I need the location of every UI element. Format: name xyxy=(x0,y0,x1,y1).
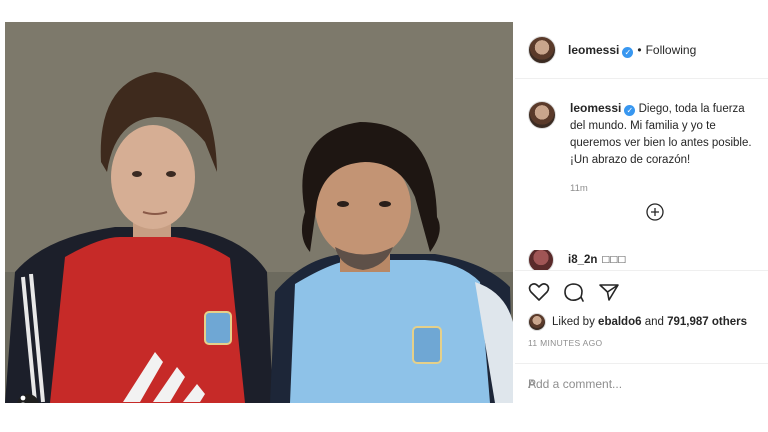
post-side-panel: leomessi ✓ • Following leomessi ✓ Diego, tod… xyxy=(515,22,768,403)
add-comment-bar: Add a comment... P xyxy=(515,363,768,404)
caption-text-block: leomessi ✓ Diego, toda la fuerza del mund… xyxy=(570,100,763,197)
avatar[interactable] xyxy=(528,36,556,64)
header-user: leomessi ✓ • Following xyxy=(568,41,696,59)
photo-illustration xyxy=(5,22,513,403)
post-photo[interactable] xyxy=(5,22,513,403)
separator-dot: • xyxy=(637,43,642,57)
likes-user[interactable]: ebaldo6 xyxy=(598,316,641,328)
caption-username-link[interactable]: leomessi xyxy=(570,101,621,115)
comment-text: □□□ xyxy=(602,254,627,266)
caption-time: 11m xyxy=(570,183,588,194)
comment-icon[interactable] xyxy=(563,282,585,302)
likes-line: Liked by ebaldo6 and 791,987 others xyxy=(528,313,747,331)
action-icons xyxy=(528,282,620,302)
verified-badge-icon: ✓ xyxy=(624,105,636,116)
likes-prefix: Liked by xyxy=(552,316,595,328)
posted-time[interactable]: 11 MINUTES AGO xyxy=(528,338,602,348)
likes-count[interactable]: 791,987 others xyxy=(667,316,747,328)
heart-icon[interactable] xyxy=(528,282,550,302)
add-circle-icon[interactable] xyxy=(646,203,664,221)
post-header: leomessi ✓ • Following xyxy=(515,22,768,79)
username-link[interactable]: leomessi xyxy=(568,43,619,57)
share-icon[interactable] xyxy=(598,282,620,302)
post-comment-button[interactable]: P xyxy=(528,377,768,391)
verified-badge-icon: ✓ xyxy=(622,47,634,58)
avatar[interactable] xyxy=(528,250,554,270)
post-actions: Liked by ebaldo6 and 791,987 others 11 M… xyxy=(515,270,768,371)
avatar[interactable] xyxy=(528,101,556,129)
likes-joiner: and xyxy=(644,316,664,328)
comment-row: i8_2n □□□ xyxy=(528,250,626,270)
caption-block: leomessi ✓ Diego, toda la fuerza del mund… xyxy=(528,100,763,197)
avatar[interactable] xyxy=(528,313,546,331)
following-button[interactable]: Following xyxy=(646,43,697,57)
comment-username[interactable]: i8_2n xyxy=(568,254,597,266)
